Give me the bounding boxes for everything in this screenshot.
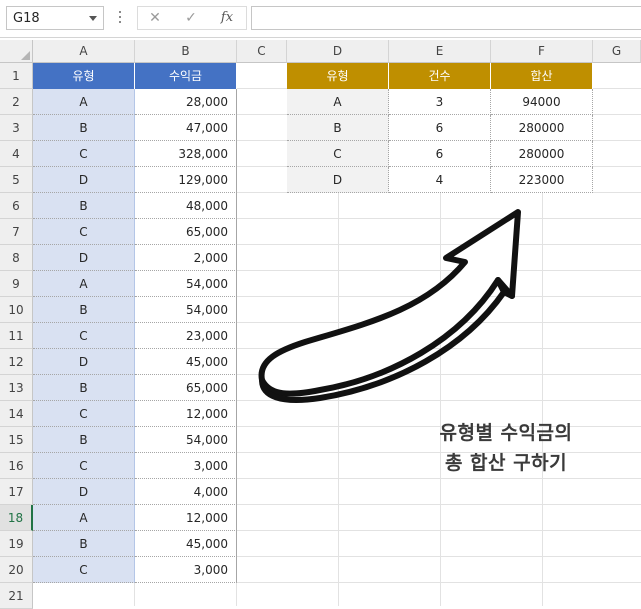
table-header-cell[interactable]: 유형 bbox=[33, 63, 135, 89]
row-header-13[interactable]: 13 bbox=[0, 375, 33, 401]
revenue-cell[interactable]: 45,000 bbox=[135, 531, 237, 557]
row-header-9[interactable]: 9 bbox=[0, 271, 33, 297]
type-cell[interactable]: A bbox=[33, 271, 135, 297]
column-header-e[interactable]: E bbox=[389, 40, 491, 63]
summary-cell[interactable]: 280000 bbox=[491, 115, 593, 141]
insert-function-icon[interactable]: fx bbox=[214, 9, 240, 27]
row-header-8[interactable]: 8 bbox=[0, 245, 33, 271]
row-header-15[interactable]: 15 bbox=[0, 427, 33, 453]
revenue-cell[interactable]: 12,000 bbox=[135, 401, 237, 427]
type-cell[interactable]: D bbox=[33, 167, 135, 193]
type-cell[interactable]: B bbox=[33, 427, 135, 453]
formula-buttons: ✕ ✓ fx bbox=[137, 6, 247, 30]
revenue-cell[interactable]: 4,000 bbox=[135, 479, 237, 505]
type-cell[interactable]: B bbox=[33, 375, 135, 401]
type-cell[interactable]: D bbox=[33, 245, 135, 271]
column-header-c[interactable]: C bbox=[237, 40, 287, 63]
revenue-cell[interactable]: 54,000 bbox=[135, 297, 237, 323]
row-header-2[interactable]: 2 bbox=[0, 89, 33, 115]
revenue-cell[interactable]: 65,000 bbox=[135, 375, 237, 401]
formula-bar: G18 ✕ ✓ fx bbox=[0, 0, 641, 38]
revenue-cell[interactable]: 28,000 bbox=[135, 89, 237, 115]
type-cell[interactable]: D bbox=[33, 349, 135, 375]
revenue-cell[interactable]: 54,000 bbox=[135, 427, 237, 453]
column-header-b[interactable]: B bbox=[135, 40, 237, 63]
row-header-3[interactable]: 3 bbox=[0, 115, 33, 141]
row-header-18[interactable]: 18 bbox=[0, 505, 33, 531]
summary-cell[interactable]: 4 bbox=[389, 167, 491, 193]
summary-cell[interactable]: C bbox=[287, 141, 389, 167]
summary-cell[interactable]: A bbox=[287, 89, 389, 115]
row-header-21[interactable]: 21 bbox=[0, 583, 33, 609]
type-cell[interactable]: D bbox=[33, 479, 135, 505]
column-header-a[interactable]: A bbox=[33, 40, 135, 63]
type-cell[interactable]: C bbox=[33, 453, 135, 479]
column-header-d[interactable]: D bbox=[287, 40, 389, 63]
summary-cell[interactable]: 6 bbox=[389, 115, 491, 141]
type-cell[interactable]: C bbox=[33, 219, 135, 245]
select-all-corner[interactable] bbox=[0, 40, 33, 63]
summary-cell[interactable]: 94000 bbox=[491, 89, 593, 115]
revenue-cell[interactable]: 3,000 bbox=[135, 557, 237, 583]
summary-cell[interactable]: 223000 bbox=[491, 167, 593, 193]
revenue-cell[interactable]: 47,000 bbox=[135, 115, 237, 141]
column-header-f[interactable]: F bbox=[491, 40, 593, 63]
revenue-cell[interactable]: 3,000 bbox=[135, 453, 237, 479]
revenue-cell[interactable]: 65,000 bbox=[135, 219, 237, 245]
type-cell[interactable]: A bbox=[33, 505, 135, 531]
revenue-cell[interactable]: 129,000 bbox=[135, 167, 237, 193]
type-cell[interactable]: C bbox=[33, 323, 135, 349]
summary-header-cell[interactable]: 건수 bbox=[389, 63, 491, 89]
row-header-16[interactable]: 16 bbox=[0, 453, 33, 479]
row-header-12[interactable]: 12 bbox=[0, 349, 33, 375]
summary-cell[interactable]: 6 bbox=[389, 141, 491, 167]
type-cell[interactable]: C bbox=[33, 141, 135, 167]
column-header-g[interactable]: G bbox=[593, 40, 641, 63]
type-cell[interactable]: B bbox=[33, 193, 135, 219]
revenue-cell[interactable]: 23,000 bbox=[135, 323, 237, 349]
table-header-cell[interactable]: 수익금 bbox=[135, 63, 237, 89]
row-header-20[interactable]: 20 bbox=[0, 557, 33, 583]
type-cell[interactable]: C bbox=[33, 557, 135, 583]
row-header-1[interactable]: 1 bbox=[0, 63, 33, 89]
formula-input[interactable] bbox=[251, 6, 641, 30]
type-cell[interactable]: A bbox=[33, 89, 135, 115]
row-header-10[interactable]: 10 bbox=[0, 297, 33, 323]
revenue-cell[interactable]: 45,000 bbox=[135, 349, 237, 375]
revenue-cell[interactable]: 48,000 bbox=[135, 193, 237, 219]
row-header-11[interactable]: 11 bbox=[0, 323, 33, 349]
summary-header-cell[interactable]: 유형 bbox=[287, 63, 389, 89]
type-cell[interactable]: B bbox=[33, 531, 135, 557]
summary-cell[interactable]: B bbox=[287, 115, 389, 141]
row-header-17[interactable]: 17 bbox=[0, 479, 33, 505]
summary-cell[interactable]: D bbox=[287, 167, 389, 193]
summary-cell[interactable]: 280000 bbox=[491, 141, 593, 167]
caption-line-2: 총 합산 구하기 bbox=[444, 452, 568, 474]
revenue-cell[interactable]: 12,000 bbox=[135, 505, 237, 531]
summary-cell[interactable]: 3 bbox=[389, 89, 491, 115]
enter-icon[interactable]: ✓ bbox=[178, 9, 204, 27]
revenue-cell[interactable]: 54,000 bbox=[135, 271, 237, 297]
row-header-7[interactable]: 7 bbox=[0, 219, 33, 245]
row-header-5[interactable]: 5 bbox=[0, 167, 33, 193]
name-box-value: G18 bbox=[13, 11, 40, 26]
type-cell[interactable]: B bbox=[33, 297, 135, 323]
name-box-dropdown-icon[interactable] bbox=[89, 16, 97, 21]
name-box[interactable]: G18 bbox=[6, 6, 104, 30]
row-header-6[interactable]: 6 bbox=[0, 193, 33, 219]
caption-line-1: 유형별 수익금의 bbox=[439, 422, 573, 444]
row-header-14[interactable]: 14 bbox=[0, 401, 33, 427]
revenue-cell[interactable]: 328,000 bbox=[135, 141, 237, 167]
row-header-19[interactable]: 19 bbox=[0, 531, 33, 557]
summary-header-cell[interactable]: 합산 bbox=[491, 63, 593, 89]
formula-bar-grip-icon[interactable] bbox=[119, 11, 122, 25]
cancel-icon[interactable]: ✕ bbox=[142, 9, 168, 27]
revenue-cell[interactable]: 2,000 bbox=[135, 245, 237, 271]
curved-arrow-icon bbox=[258, 209, 521, 403]
row-header-4[interactable]: 4 bbox=[0, 141, 33, 167]
type-cell[interactable]: B bbox=[33, 115, 135, 141]
type-cell[interactable]: C bbox=[33, 401, 135, 427]
